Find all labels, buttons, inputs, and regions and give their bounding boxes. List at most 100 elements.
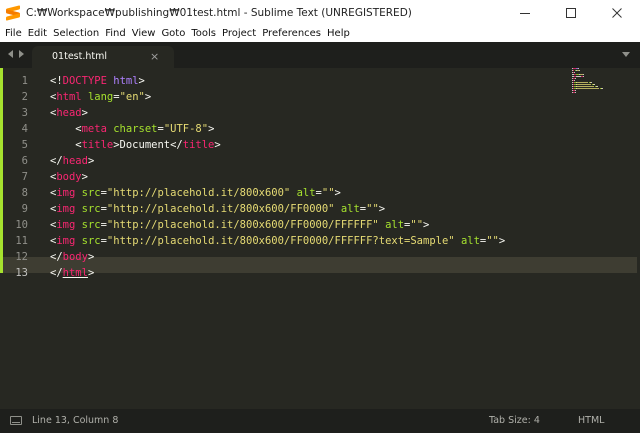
minimap-stroke	[574, 90, 576, 91]
tab-size-selector[interactable]: Tab Size: 4	[489, 414, 540, 428]
menu-help[interactable]: Help	[324, 26, 353, 42]
code-line[interactable]: </html>	[50, 265, 94, 281]
code-line[interactable]: <body>	[50, 169, 88, 185]
code-editor[interactable]: 1 2 3 4 5 6 7 8 9 10 11 12 13 <!DOCTYPE html> <html l…	[0, 68, 640, 409]
code-token: DOCTYPE	[62, 75, 107, 87]
code-token: src	[81, 219, 101, 231]
syntax-selector[interactable]: HTML	[578, 414, 604, 428]
line-number: 4	[21, 123, 28, 135]
code-line[interactable]: </head>	[50, 153, 94, 169]
status-bar: Line 13, Column 8 Tab Size: 4 HTML	[0, 409, 640, 433]
minimap-stroke	[578, 70, 580, 71]
code-token: title	[182, 139, 215, 151]
code-token: img	[56, 187, 76, 199]
code-token: >	[87, 155, 95, 167]
line-number: 5	[21, 139, 28, 151]
code-token: alt	[296, 187, 316, 199]
code-token: ""	[321, 187, 335, 199]
code-token: src	[81, 235, 101, 247]
title-bar: C:₩Workspace₩publishing₩01test.html - Su…	[0, 0, 640, 26]
code-token: >	[81, 171, 88, 183]
line-number: 11	[15, 235, 28, 247]
minimap-stroke	[582, 74, 584, 75]
code-line[interactable]: </body>	[50, 249, 94, 265]
code-token: title	[81, 139, 114, 151]
code-token: >	[378, 203, 386, 215]
code-token: alt	[460, 235, 480, 247]
menu-edit[interactable]: Edit	[25, 26, 50, 42]
code-line[interactable]: <title>Document</title>	[50, 137, 221, 153]
code-token: "en"	[119, 91, 145, 103]
code-token: src	[81, 187, 101, 199]
code-token: >	[81, 107, 88, 119]
line-number: 1	[21, 75, 28, 87]
code-line[interactable]: <!DOCTYPE html>	[50, 73, 145, 89]
menu-tools[interactable]: Tools	[188, 26, 219, 42]
code-token: html	[113, 75, 139, 87]
minimize-button[interactable]	[502, 0, 548, 26]
code-line[interactable]: <html lang="en">	[50, 89, 151, 105]
line-number: 13	[15, 267, 28, 279]
line-number: 2	[21, 91, 28, 103]
code-token: </	[50, 267, 63, 279]
code-line[interactable]: <img src="http://placehold.it/800x600/FF…	[50, 201, 385, 217]
code-token: img	[56, 219, 76, 231]
code-token: alt	[340, 203, 360, 215]
code-token: >	[214, 139, 221, 151]
code-token: </	[50, 251, 63, 263]
minimap-stroke	[574, 92, 576, 93]
code-line[interactable]: <meta charset="UTF-8">	[50, 121, 214, 137]
minimap-stroke	[576, 86, 595, 87]
code-token: lang	[87, 91, 114, 103]
nav-left-icon[interactable]	[8, 50, 13, 58]
window-controls	[502, 0, 640, 26]
code-token: html	[62, 267, 88, 279]
code-token: "UTF-8"	[163, 123, 209, 135]
menu-project[interactable]: Project	[219, 26, 259, 42]
code-token: ""	[410, 219, 424, 231]
minimap-stroke	[582, 76, 584, 77]
code-line[interactable]: <head>	[50, 105, 88, 121]
nav-right-icon[interactable]	[19, 50, 24, 58]
minimap-stroke	[574, 78, 576, 79]
minimap-stroke	[597, 86, 598, 87]
code-line[interactable]: <img src="http://placehold.it/800x600/FF…	[50, 233, 505, 249]
minimap-stroke	[594, 84, 595, 85]
line-number: 9	[21, 203, 28, 215]
code-line[interactable]: <img src="http://placehold.it/800x600" a…	[50, 185, 341, 201]
menu-selection[interactable]: Selection	[50, 26, 102, 42]
close-icon	[612, 8, 622, 18]
tab-label[interactable]: 01test.html	[52, 50, 107, 64]
code-line[interactable]: <img src="http://placehold.it/800x600/FF…	[50, 217, 429, 233]
vertical-scrollbar[interactable]	[634, 68, 640, 409]
menu-file[interactable]: File	[2, 26, 25, 42]
code-token: body	[62, 251, 88, 263]
code-token: </	[50, 155, 63, 167]
menu-find[interactable]: Find	[102, 26, 129, 42]
menu-bar: File Edit Selection Find View Goto Tools…	[0, 26, 640, 42]
tab-nav	[8, 50, 24, 58]
minimap[interactable]	[572, 68, 632, 108]
minimize-icon	[520, 12, 530, 14]
code-token: head	[56, 107, 82, 119]
code-token: >	[138, 75, 145, 87]
tab-close-icon[interactable]: ×	[150, 50, 159, 64]
menu-preferences[interactable]: Preferences	[259, 26, 324, 42]
code-token: ""	[366, 203, 379, 215]
close-button[interactable]	[594, 0, 640, 26]
chevron-down-icon[interactable]	[622, 52, 630, 57]
minimap-stroke	[574, 80, 575, 81]
minimap-stroke	[574, 72, 575, 73]
panel-toggle-icon[interactable]	[10, 416, 22, 425]
minimap-stroke	[577, 68, 579, 69]
maximize-button[interactable]	[548, 0, 594, 26]
menu-view[interactable]: View	[129, 26, 159, 42]
minimap-stroke	[602, 88, 603, 89]
code-token: >	[87, 267, 95, 279]
current-line-highlight	[3, 257, 637, 273]
code-token: alt	[385, 219, 405, 231]
code-token: <	[50, 139, 82, 151]
code-token: src	[81, 203, 101, 215]
menu-goto[interactable]: Goto	[158, 26, 188, 42]
window-title: C:₩Workspace₩publishing₩01test.html - Su…	[26, 7, 412, 19]
